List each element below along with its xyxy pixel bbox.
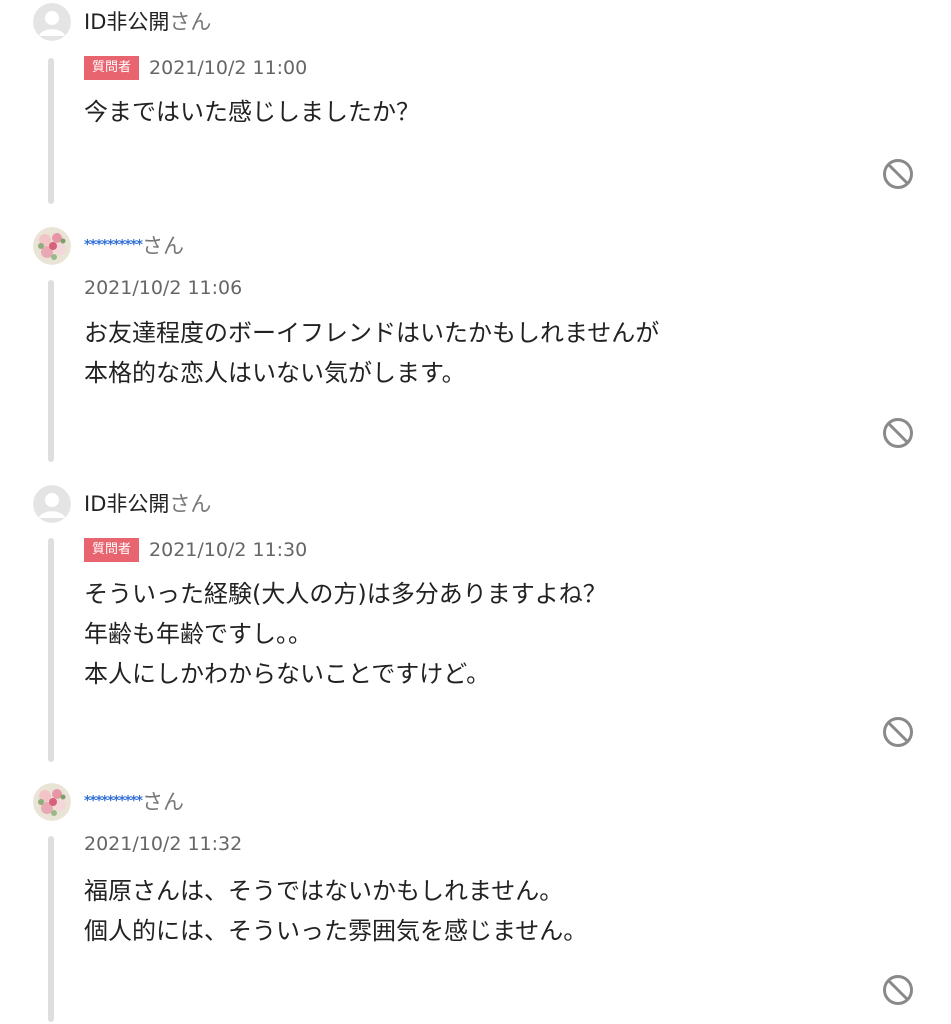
- comment-author: ID非公開さん: [84, 487, 211, 521]
- asker-badge: 質問者: [84, 55, 140, 80]
- comment-meta: 質問者 2021/10/2 11:30: [84, 536, 307, 562]
- comment-meta: 質問者 2021/10/2 11:00: [84, 54, 307, 80]
- comment-meta: 2021/10/2 11:32: [84, 830, 242, 856]
- username[interactable]: **********: [84, 794, 143, 809]
- honorific: さん: [169, 10, 212, 34]
- comment-author: **********さん: [84, 785, 184, 819]
- username[interactable]: ID非公開: [84, 10, 169, 34]
- comment-timestamp: 2021/10/2 11:00: [149, 56, 308, 79]
- honorific: さん: [141, 790, 184, 814]
- block-icon[interactable]: [880, 156, 916, 192]
- comment-timestamp: 2021/10/2 11:06: [84, 276, 243, 299]
- thread-rail: [48, 280, 54, 462]
- block-icon[interactable]: [880, 714, 916, 750]
- block-icon[interactable]: [880, 415, 916, 451]
- flower-avatar-icon[interactable]: [33, 227, 71, 265]
- comment-author: ID非公開さん: [84, 5, 211, 39]
- honorific: さん: [141, 234, 184, 258]
- comment-timestamp: 2021/10/2 11:32: [84, 832, 243, 855]
- asker-badge: 質問者: [84, 537, 140, 562]
- thread-rail: [48, 836, 54, 1022]
- default-avatar-icon[interactable]: [33, 3, 71, 41]
- answer-thread: ID非公開さん 質問者 2021/10/2 11:00 今まではいた感じしましたか…: [0, 0, 951, 1024]
- flower-avatar-icon[interactable]: [33, 783, 71, 821]
- honorific: さん: [169, 492, 212, 516]
- comment-author: **********さん: [84, 229, 184, 263]
- thread-rail: [48, 58, 54, 204]
- comment-body: そういった経験(大人の方)は多分ありますよね？ 年齢も年齢ですし。。 本人にしか…: [84, 580, 607, 688]
- comment-body: 福原さんは、そうではないかもしれません。 個人的には、そういった雰囲気を感じませ…: [84, 877, 588, 945]
- username[interactable]: **********: [84, 238, 143, 253]
- comment-meta: 2021/10/2 11:06: [84, 274, 242, 300]
- default-avatar-icon[interactable]: [33, 485, 71, 523]
- block-icon[interactable]: [880, 972, 916, 1008]
- comment-body: お友達程度のボーイフレンドはいたかもしれませんが 本格的な恋人はいない気がします…: [84, 319, 660, 387]
- comment-timestamp: 2021/10/2 11:30: [149, 538, 308, 561]
- comment-body: 今まではいた感じしましたか？: [84, 98, 420, 126]
- username[interactable]: ID非公開: [84, 492, 169, 516]
- thread-rail: [48, 538, 54, 762]
